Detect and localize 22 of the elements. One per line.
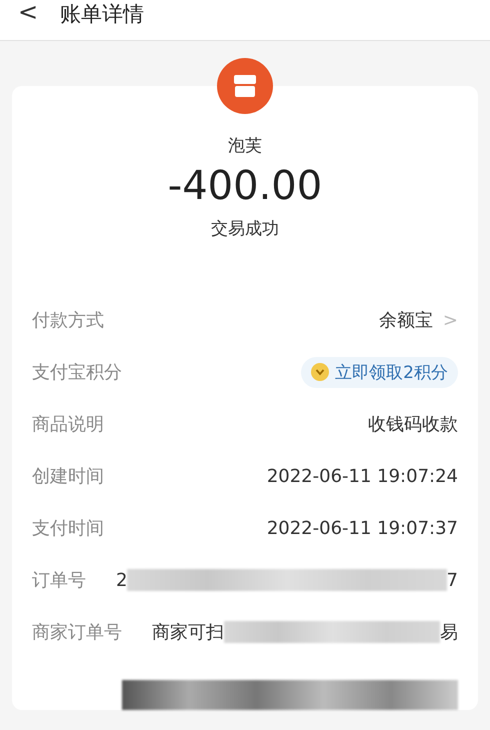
transaction-status: 交易成功 — [211, 218, 279, 240]
row-label: 付款方式 — [32, 309, 104, 332]
payment-method[interactable]: 余额宝 — [378, 308, 433, 332]
coin-icon — [311, 363, 330, 381]
row-value: 易 — [440, 621, 458, 644]
row-label: 创建时间 — [32, 465, 104, 488]
merchant-name: 泡芙 — [228, 135, 262, 157]
row-value: 2022-06-11 19:07:24 — [266, 466, 458, 486]
claim-points-button[interactable]: 立即领取2积分 — [301, 356, 458, 388]
row-value: 2 — [116, 570, 128, 590]
row-value: 商家可扫 — [152, 621, 224, 644]
row-label: 支付时间 — [32, 517, 104, 540]
row-value: 7 — [446, 570, 458, 590]
row-label: 订单号 — [32, 569, 86, 592]
amount: -400.00 — [168, 163, 322, 209]
row-label: 商家订单号 — [32, 621, 122, 644]
row-label: 支付宝积分 — [32, 361, 122, 384]
page-title: 账单详情 — [60, 2, 144, 26]
row-label: 商品说明 — [32, 413, 104, 436]
row-value: 2022-06-11 19:07:37 — [266, 518, 458, 538]
back-button[interactable]: < — [18, 0, 38, 24]
row-value: 收钱码收款 — [368, 413, 458, 436]
